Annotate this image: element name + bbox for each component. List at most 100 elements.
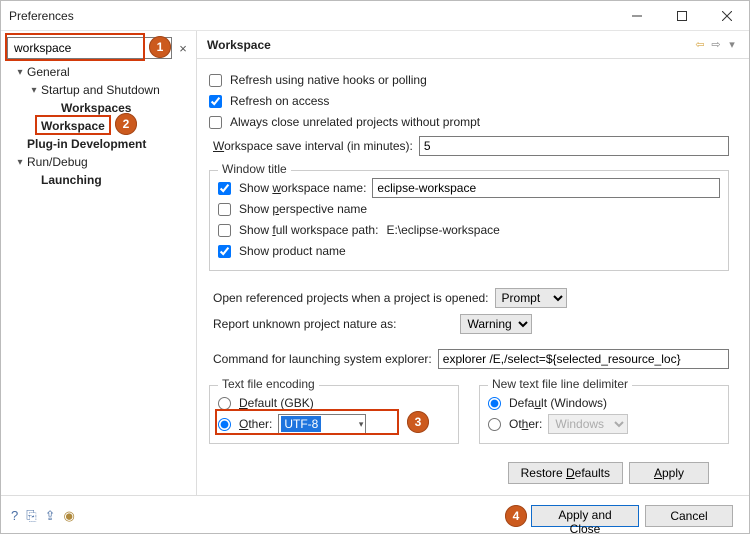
enc-other-radio[interactable] — [218, 418, 231, 431]
show-persp-label: Show perspective name — [239, 202, 367, 216]
show-persp-checkbox[interactable] — [218, 203, 231, 216]
help-icon[interactable]: ? — [11, 508, 18, 524]
dropdown-icon[interactable]: ▾ — [725, 38, 739, 52]
enc-other-combo[interactable]: UTF-8 ▾ — [278, 414, 366, 434]
delim-other-radio[interactable] — [488, 418, 501, 431]
ws-path-value: E:\eclipse-workspace — [386, 223, 499, 237]
refresh-access-label: Refresh on access — [230, 94, 329, 108]
explorer-row: Command for launching system explorer: — [209, 349, 729, 369]
minimize-button[interactable] — [614, 1, 659, 31]
close-unrelated-checkbox[interactable] — [209, 116, 222, 129]
delim-other-label: Other: — [509, 417, 542, 431]
tree-label: Plug-in Development — [27, 137, 146, 151]
close-button[interactable] — [704, 1, 749, 31]
delim-default-radio[interactable] — [488, 397, 501, 410]
window-title-legend: Window title — [218, 162, 291, 176]
footer: ? ⎘ ⇪ ◉ 4 Apply and Close Cancel — [1, 495, 749, 535]
encoding-group: Text file encoding Default (GBK) Other: … — [209, 385, 459, 444]
apply-button[interactable]: Apply — [629, 462, 709, 484]
show-product-checkbox[interactable] — [218, 245, 231, 258]
open-refs-label: Open referenced projects when a project … — [213, 291, 489, 305]
panel-buttons: Restore Defaults Apply — [209, 458, 729, 488]
apply-close-button[interactable]: Apply and Close — [531, 505, 639, 527]
show-product-row: Show product name — [218, 241, 720, 261]
show-ws-path-row: Show full workspace path: E:\eclipse-wor… — [218, 220, 720, 240]
filter-input[interactable] — [7, 37, 172, 59]
tree-label: Launching — [41, 173, 102, 187]
tree-label: Workspaces — [61, 101, 131, 115]
enc-other-row: Other: UTF-8 ▾ — [218, 414, 450, 434]
enc-default-label: Default (GBK) — [239, 396, 314, 410]
open-refs-select[interactable]: Prompt — [495, 288, 567, 308]
tree-label: Run/Debug — [27, 155, 88, 169]
tree-label: Workspace — [41, 119, 105, 133]
show-product-label: Show product name — [239, 244, 346, 258]
show-ws-path-label: Show full workspace path: — [239, 223, 378, 237]
refresh-native-row: Refresh using native hooks or polling — [209, 70, 729, 90]
tree-item-general[interactable]: ▾General — [7, 63, 190, 81]
window-title-group: Window title Show workspace name: Show p… — [209, 170, 729, 271]
refresh-native-label: Refresh using native hooks or polling — [230, 73, 427, 87]
delim-default-label: Default (Windows) — [509, 396, 607, 410]
delim-other-row: Other: Windows — [488, 414, 720, 434]
tree-item-rundebug[interactable]: ▾Run/Debug — [7, 153, 190, 171]
cancel-button[interactable]: Cancel — [645, 505, 733, 527]
report-nature-select[interactable]: Warning — [460, 314, 532, 334]
twisty-down-icon: ▾ — [27, 85, 41, 96]
preferences-tree[interactable]: ▾General ▾Startup and Shutdown Workspace… — [7, 63, 190, 189]
encoding-legend: Text file encoding — [218, 377, 319, 391]
filter-row: × 1 — [7, 37, 190, 59]
refresh-access-row: Refresh on access — [209, 91, 729, 111]
clear-filter-icon[interactable]: × — [176, 41, 190, 56]
tree-item-launching[interactable]: Launching — [7, 171, 190, 189]
explorer-input[interactable] — [438, 349, 729, 369]
delim-default-row: Default (Windows) — [488, 393, 720, 413]
restore-defaults-button[interactable]: Restore Defaults — [508, 462, 623, 484]
save-interval-row: WWorkspace save interval (in minutes):or… — [209, 136, 729, 156]
close-unrelated-row: Always close unrelated projects without … — [209, 112, 729, 132]
content-area: × 1 ▾General ▾Startup and Shutdown Works… — [1, 31, 749, 495]
back-icon[interactable]: ⇦ — [693, 38, 707, 52]
footer-icons: ? ⎘ ⇪ ◉ — [11, 508, 531, 524]
open-refs-row: Open referenced projects when a project … — [209, 288, 729, 308]
titlebar: Preferences — [1, 1, 749, 31]
delim-other-select[interactable]: Windows — [548, 414, 628, 434]
twisty-down-icon: ▾ — [13, 157, 27, 168]
delim-legend: New text file line delimiter — [488, 377, 632, 391]
tree-label: Startup and Shutdown — [41, 83, 160, 97]
export-icon[interactable]: ⇪ — [45, 508, 56, 524]
show-ws-name-row: Show workspace name: — [218, 178, 720, 198]
sidebar: × 1 ▾General ▾Startup and Shutdown Works… — [1, 31, 197, 495]
refresh-access-checkbox[interactable] — [209, 95, 222, 108]
import-icon[interactable]: ⎘ — [26, 508, 36, 524]
show-ws-name-checkbox[interactable] — [218, 182, 231, 195]
show-ws-name-label: Show workspace name: — [239, 181, 366, 195]
report-nature-row: Report unknown project nature as: Warnin… — [209, 314, 729, 334]
show-ws-path-checkbox[interactable] — [218, 224, 231, 237]
maximize-button[interactable] — [659, 1, 704, 31]
tree-item-plugin-dev[interactable]: Plug-in Development — [7, 135, 190, 153]
ws-name-input[interactable] — [372, 178, 720, 198]
enc-other-value: UTF-8 — [281, 416, 321, 432]
refresh-native-checkbox[interactable] — [209, 74, 222, 87]
panel-body[interactable]: Refresh using native hooks or polling Re… — [197, 59, 749, 495]
panel-title: Workspace — [207, 38, 691, 52]
enc-default-radio[interactable] — [218, 397, 231, 410]
tree-item-startup[interactable]: ▾Startup and Shutdown — [7, 81, 190, 99]
save-interval-label: WWorkspace save interval (in minutes):or… — [213, 139, 413, 153]
window-title: Preferences — [9, 9, 614, 23]
show-persp-row: Show perspective name — [218, 199, 720, 219]
tree-label: General — [27, 65, 70, 79]
forward-icon[interactable]: ⇨ — [709, 38, 723, 52]
enc-default-row: Default (GBK) — [218, 393, 450, 413]
close-unrelated-label: Always close unrelated projects without … — [230, 115, 480, 129]
save-interval-input[interactable] — [419, 136, 729, 156]
tree-item-workspace[interactable]: Workspace — [7, 117, 190, 135]
panel-header: Workspace ⇦ ⇨ ▾ — [197, 31, 749, 59]
oomph-icon[interactable]: ◉ — [64, 508, 75, 524]
tree-item-workspaces[interactable]: Workspaces — [7, 99, 190, 117]
explorer-label: Command for launching system explorer: — [213, 352, 432, 366]
enc-other-label: Other: — [239, 417, 272, 431]
delim-group: New text file line delimiter Default (Wi… — [479, 385, 729, 444]
settings-panel: Workspace ⇦ ⇨ ▾ Refresh using native hoo… — [197, 31, 749, 495]
